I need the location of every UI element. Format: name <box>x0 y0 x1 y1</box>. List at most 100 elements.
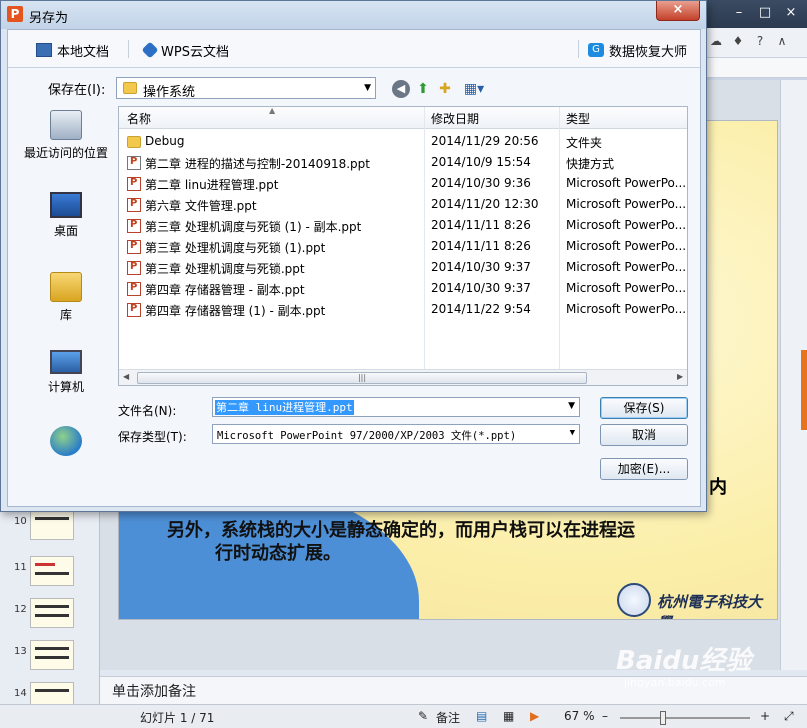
place-label: 最近访问的位置 <box>23 146 108 160</box>
filename-input[interactable]: 第二章 linu进程管理.ppt ▼ <box>212 397 580 417</box>
recent-places-icon <box>50 110 82 140</box>
tab-data-recovery[interactable]: G 数据恢复大师 <box>588 40 687 60</box>
shortcut-icon <box>127 156 141 170</box>
tab-label: 本地文档 <box>57 44 110 60</box>
normal-view-icon[interactable]: ▤ <box>476 709 487 723</box>
thumbnail-number: 14 <box>14 688 27 699</box>
notes-icon[interactable]: ✎ <box>418 709 428 723</box>
up-folder-icon[interactable]: ⬆ <box>414 80 432 98</box>
maximize-icon[interactable]: □ <box>752 3 778 23</box>
close-icon[interactable]: × <box>778 3 804 23</box>
file-row[interactable]: 第四章 存储器管理 - 副本.ppt 2014/10/30 9:37 Microso… <box>119 278 687 299</box>
place-computer[interactable]: 计算机 <box>12 350 120 395</box>
column-date[interactable]: 修改日期 <box>431 110 479 127</box>
file-date: 2014/10/9 15:54 <box>431 155 531 169</box>
slide-thumbnail[interactable]: 13 <box>8 640 98 670</box>
skin-icon[interactable]: ♦ <box>727 34 749 48</box>
notes-toggle[interactable]: 备注 <box>436 709 460 726</box>
place-desktop[interactable]: 桌面 <box>12 192 120 239</box>
scroll-left-icon[interactable]: ◀ <box>123 372 129 381</box>
thumbnail-image <box>30 640 74 670</box>
cloud-icon[interactable]: ☁ <box>705 34 727 48</box>
slide-text-fragment: 内 <box>709 477 727 498</box>
place-label: 库 <box>59 308 72 322</box>
file-type: Microsoft PowerPo... <box>566 239 687 253</box>
view-menu-icon[interactable]: ▦▾ <box>460 80 488 98</box>
ppt-file-icon <box>127 261 141 275</box>
file-type: Microsoft PowerPo... <box>566 281 687 295</box>
file-date: 2014/11/29 20:56 <box>431 134 539 148</box>
filetype-value: Microsoft PowerPoint 97/2000/XP/2003 文件(… <box>217 430 517 442</box>
file-row[interactable]: 第四章 存储器管理 (1) - 副本.ppt 2014/11/22 9:54 Mic… <box>119 299 687 320</box>
file-type: Microsoft PowerPo... <box>566 197 687 211</box>
file-date: 2014/11/22 9:54 <box>431 302 531 316</box>
place-libraries[interactable]: 库 <box>12 272 120 323</box>
side-tab-marker[interactable] <box>801 350 807 430</box>
collapse-icon[interactable]: ∧ <box>771 34 793 48</box>
folder-icon <box>127 136 141 148</box>
file-name: 第三章 处理机调度与死锁 (1) - 副本.ppt <box>145 220 362 234</box>
dialog-close-button[interactable]: × <box>656 1 700 21</box>
horizontal-scrollbar[interactable]: ◀ ||| ▶ <box>119 369 687 385</box>
zoom-out-icon[interactable]: – <box>602 709 608 723</box>
place-network[interactable] <box>12 426 120 460</box>
thumbnail-image <box>30 556 74 586</box>
ppt-file-icon <box>127 177 141 191</box>
minimize-icon[interactable]: – <box>726 3 752 23</box>
watermark-url: jingyan.baidu.com <box>624 676 726 689</box>
new-folder-icon[interactable]: ✚ <box>436 80 454 98</box>
file-type: 快捷方式 <box>566 157 615 171</box>
column-type[interactable]: 类型 <box>566 110 590 127</box>
file-type: Microsoft PowerPo... <box>566 176 687 190</box>
save-in-value: 操作系统 <box>143 85 196 100</box>
file-list-header: 名称 ▲ 修改日期 类型 <box>119 107 687 129</box>
dialog-titlebar[interactable]: P 另存为 × <box>1 1 706 29</box>
filetype-dropdown[interactable]: Microsoft PowerPoint 97/2000/XP/2003 文件(… <box>212 424 580 444</box>
fit-window-icon[interactable]: ⤢ <box>784 709 794 724</box>
scrollbar-thumb[interactable]: ||| <box>137 372 587 384</box>
back-icon[interactable]: ◀ <box>392 80 410 98</box>
help-icon[interactable]: ? <box>749 34 771 48</box>
save-button[interactable]: 保存(S) <box>600 397 688 419</box>
zoom-slider-thumb[interactable] <box>660 711 666 725</box>
recovery-icon: G <box>588 43 604 57</box>
scroll-right-icon[interactable]: ▶ <box>677 372 683 381</box>
file-row[interactable]: 第二章 linu进程管理.ppt 2014/10/30 9:36 Microsoft… <box>119 173 687 194</box>
file-date: 2014/11/11 8:26 <box>431 239 531 253</box>
file-row[interactable]: 第六章 文件管理.ppt 2014/11/20 12:30 Microsoft Po… <box>119 194 687 215</box>
tab-wps-cloud[interactable]: WPS云文档 <box>141 40 229 60</box>
cancel-button[interactable]: 取消 <box>600 424 688 446</box>
thumbnail-image <box>30 598 74 628</box>
save-in-dropdown[interactable]: 操作系统 ▼ <box>116 77 376 100</box>
tab-divider <box>578 40 579 58</box>
slide-thumbnail[interactable]: 12 <box>8 598 98 628</box>
file-row[interactable]: 第二章 进程的描述与控制-20140918.ppt 2014/10/9 15:54… <box>119 152 687 173</box>
file-row[interactable]: Debug 2014/11/29 20:56 文件夹 <box>119 131 687 152</box>
zoom-slider[interactable] <box>620 717 750 719</box>
thumbnail-number: 11 <box>14 562 27 573</box>
file-row[interactable]: 第三章 处理机调度与死锁 (1) - 副本.ppt 2014/11/11 8:26… <box>119 215 687 236</box>
file-row[interactable]: 第三章 处理机调度与死锁 (1).ppt 2014/11/11 8:26 Micro… <box>119 236 687 257</box>
tab-divider <box>128 40 129 58</box>
encrypt-button[interactable]: 加密(E)... <box>600 458 688 480</box>
file-name: 第六章 文件管理.ppt <box>145 199 257 213</box>
notes-placeholder: 单击添加备注 <box>112 684 196 700</box>
file-row[interactable]: 第三章 处理机调度与死锁.ppt 2014/10/30 9:37 Microsoft… <box>119 257 687 278</box>
thumbnail-number: 13 <box>14 646 27 657</box>
zoom-in-icon[interactable]: + <box>760 709 770 723</box>
column-name[interactable]: 名称 <box>127 110 151 127</box>
slideshow-icon[interactable]: ▶ <box>530 709 539 723</box>
zoom-level: 67 % <box>564 709 595 723</box>
slide-body-text[interactable]: 另外，系统栈的大小是静态确定的，而用户栈可以在进程运 行时动态扩展。 <box>167 519 747 565</box>
slide-thumbnail[interactable]: 11 <box>8 556 98 586</box>
chevron-down-icon[interactable]: ▼ <box>568 401 575 411</box>
file-name: 第四章 存储器管理 (1) - 副本.ppt <box>145 304 326 318</box>
slide-thumbnail[interactable]: 10 <box>8 510 98 540</box>
tab-local-documents[interactable]: 本地文档 <box>36 40 109 60</box>
logo-text: 杭州電子科技大學 <box>657 593 763 619</box>
file-list[interactable]: 名称 ▲ 修改日期 类型 Debug 2014/11/29 20:56 文件夹第二章… <box>118 106 688 386</box>
sorter-view-icon[interactable]: ▦ <box>503 709 514 723</box>
vertical-scrollbar[interactable] <box>780 80 807 670</box>
place-recent[interactable]: 最近访问的位置 <box>12 110 120 161</box>
folder-icon <box>123 82 137 94</box>
